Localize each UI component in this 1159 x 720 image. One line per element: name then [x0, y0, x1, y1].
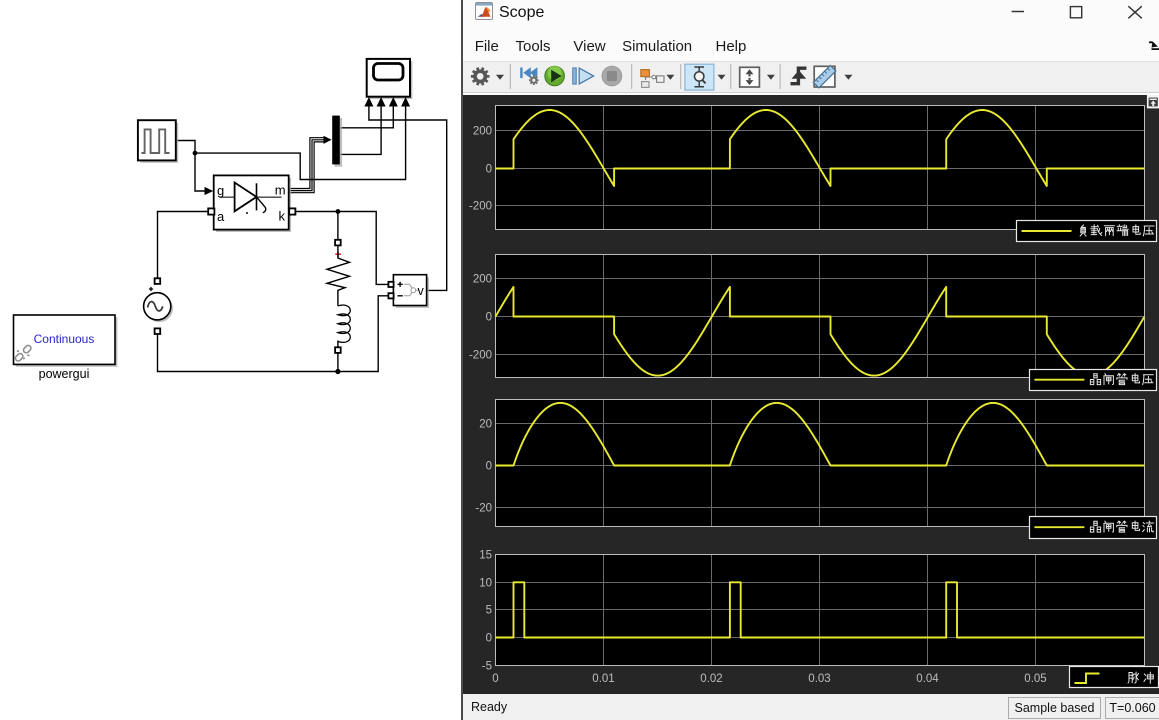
svg-text:0: 0: [486, 461, 492, 473]
svg-text:-20: -20: [475, 503, 492, 515]
svg-text:-200: -200: [469, 350, 492, 362]
svg-text:0: 0: [486, 312, 492, 324]
svg-text:0: 0: [486, 633, 492, 645]
svg-text:0: 0: [492, 673, 498, 685]
svg-text:a: a: [217, 209, 225, 224]
svg-text:powergui: powergui: [39, 367, 90, 381]
svg-text:5: 5: [486, 605, 492, 617]
svg-text:0.05: 0.05: [1024, 673, 1046, 685]
svg-text:0: 0: [486, 164, 492, 176]
svg-text:15: 15: [479, 550, 492, 562]
svg-text:0.03: 0.03: [808, 673, 830, 685]
svg-text:200: 200: [473, 126, 492, 138]
svg-text:10: 10: [479, 578, 492, 590]
svg-text:0.04: 0.04: [916, 673, 939, 685]
svg-text:-200: -200: [469, 201, 492, 213]
svg-text:-5: -5: [482, 661, 492, 673]
svg-text:g: g: [217, 183, 224, 198]
svg-text:200: 200: [473, 274, 492, 286]
svg-text:Continuous: Continuous: [34, 332, 95, 346]
svg-text:m: m: [275, 183, 286, 198]
svg-text:k: k: [279, 209, 286, 224]
svg-text:0.01: 0.01: [592, 673, 614, 685]
svg-text:0.02: 0.02: [700, 673, 722, 685]
svg-text:20: 20: [479, 419, 492, 431]
svg-text:v: v: [418, 284, 425, 298]
